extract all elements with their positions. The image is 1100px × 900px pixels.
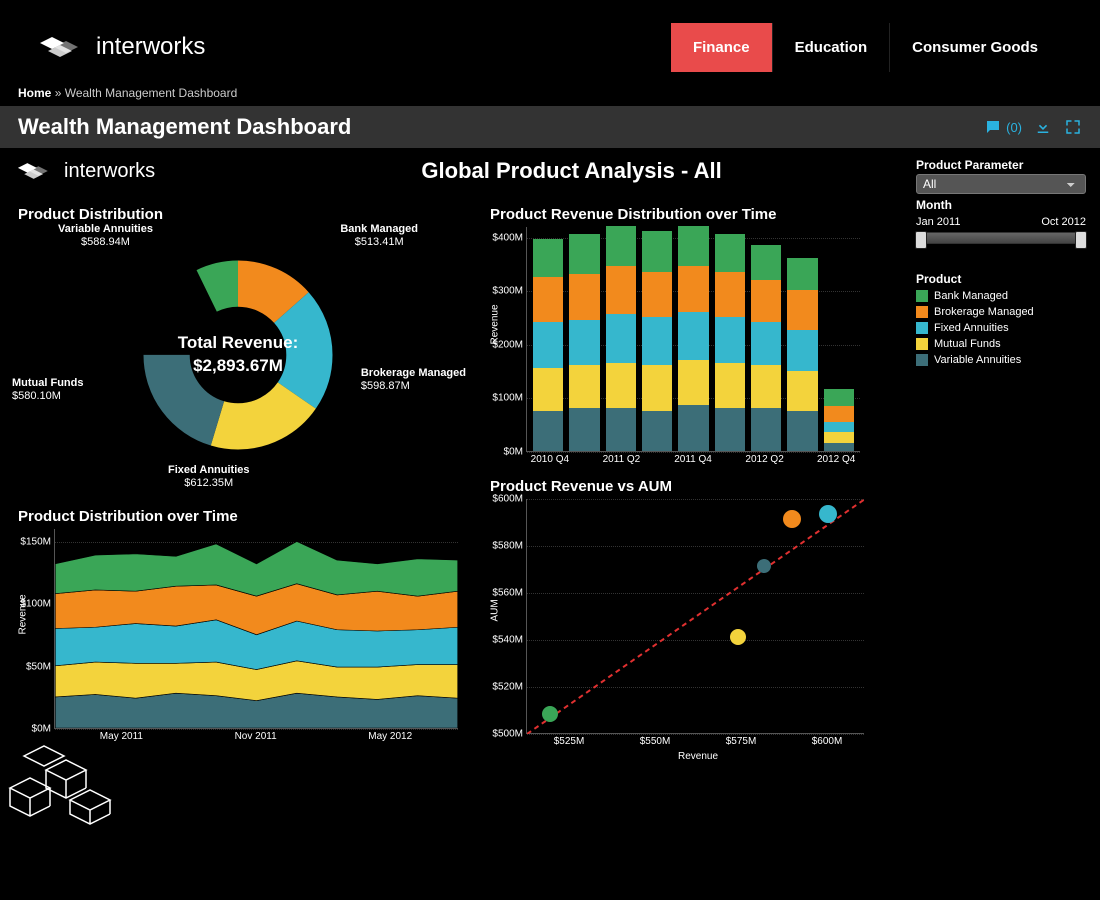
top-nav: Finance Education Consumer Goods xyxy=(671,23,1060,72)
download-icon xyxy=(1034,118,1052,136)
nav-finance[interactable]: Finance xyxy=(671,23,773,72)
bar-2012Q2[interactable] xyxy=(751,245,781,451)
legend-bank[interactable]: Bank Managed xyxy=(916,290,1086,302)
month-end: Oct 2012 xyxy=(1041,216,1086,228)
area-title: Product Distribution over Time xyxy=(18,508,458,525)
brand-name: interworks xyxy=(96,33,205,61)
scatter-point[interactable] xyxy=(730,629,746,645)
bar-panel: Product Revenue Distribution over Time R… xyxy=(490,206,860,465)
decorative-cubes-icon xyxy=(0,718,150,828)
comment-icon xyxy=(984,118,1002,136)
swatch-icon xyxy=(916,290,928,302)
bar-chart[interactable]: Revenue $0M$100M$200M$300M$400M xyxy=(526,227,860,452)
breadcrumb-home[interactable]: Home xyxy=(18,86,51,100)
legend-title: Product xyxy=(916,272,1086,286)
nav-consumer-goods[interactable]: Consumer Goods xyxy=(890,23,1060,72)
legend-brokerage[interactable]: Brokerage Managed xyxy=(916,306,1086,318)
breadcrumb: Home » Wealth Management Dashboard xyxy=(0,80,1100,106)
bar-2011Q2[interactable] xyxy=(606,226,636,451)
page-title: Wealth Management Dashboard xyxy=(18,114,351,140)
donut-panel: Product Distribution Total Revenue: $2,8… xyxy=(18,206,458,482)
scatter-point[interactable] xyxy=(542,706,558,722)
logo-icon xyxy=(16,160,56,182)
product-parameter-select[interactable]: All xyxy=(916,174,1086,194)
scatter-point[interactable] xyxy=(819,505,837,523)
label-brokerage: Brokerage Managed$598.87M xyxy=(361,367,466,393)
dash-brand-name: interworks xyxy=(64,160,155,183)
scatter-point[interactable] xyxy=(757,559,771,573)
donut-center: Total Revenue: $2,893.67M xyxy=(178,332,299,376)
logo-icon xyxy=(40,33,86,61)
expand-icon xyxy=(1064,118,1082,136)
scatter-panel: Product Revenue vs AUM AUM $500M$520M$54… xyxy=(490,478,870,762)
label-mutual: Mutual Funds$580.10M xyxy=(12,377,84,403)
month-start: Jan 2011 xyxy=(916,216,960,228)
topbar: interworks Finance Education Consumer Go… xyxy=(0,0,1100,80)
scatter-xlabels: $525M$550M$575M$600M xyxy=(526,734,870,747)
legend-variable[interactable]: Variable Annuities xyxy=(916,354,1086,366)
bar-2011Q3[interactable] xyxy=(642,231,672,451)
legend-fixed[interactable]: Fixed Annuities xyxy=(916,322,1086,334)
breadcrumb-sep: » xyxy=(55,86,62,100)
nav-education[interactable]: Education xyxy=(773,23,891,72)
month-range-slider[interactable] xyxy=(916,232,1086,244)
product-legend: Product Bank Managed Brokerage Managed F… xyxy=(916,272,1086,366)
bar-2012Q4[interactable] xyxy=(824,389,854,451)
brand-logo: interworks xyxy=(40,33,205,61)
comments-button[interactable]: (0) xyxy=(984,118,1022,136)
breadcrumb-current: Wealth Management Dashboard xyxy=(65,86,238,100)
bar-xlabels: 2010 Q42011 Q22011 Q42012 Q22012 Q4 xyxy=(526,452,860,465)
legend-mutual[interactable]: Mutual Funds xyxy=(916,338,1086,350)
month-label: Month xyxy=(916,198,1086,212)
bar-2010Q4[interactable] xyxy=(533,239,563,451)
bar-2011Q1[interactable] xyxy=(569,234,599,451)
controls-panel: Product Parameter All Month Jan 2011 Oct… xyxy=(916,154,1086,370)
area-panel: Product Distribution over Time Revenue $… xyxy=(18,508,458,742)
scatter-xlabel: Revenue xyxy=(526,747,870,762)
bar-title: Product Revenue Distribution over Time xyxy=(490,206,860,223)
comments-count: (0) xyxy=(1006,120,1022,135)
bar-2012Q3[interactable] xyxy=(787,258,817,451)
swatch-icon xyxy=(916,354,928,366)
label-bank: Bank Managed$513.41M xyxy=(340,223,418,249)
swatch-icon xyxy=(916,306,928,318)
swatch-icon xyxy=(916,322,928,334)
dash-brand: interworks xyxy=(12,160,155,183)
scatter-chart[interactable]: AUM $500M$520M$540M$560M$580M$600M xyxy=(526,499,864,734)
scatter-point[interactable] xyxy=(783,510,801,528)
fullscreen-button[interactable] xyxy=(1064,118,1082,136)
bar-2011Q4[interactable] xyxy=(678,226,708,451)
donut-title: Product Distribution xyxy=(18,206,458,223)
param-label: Product Parameter xyxy=(916,158,1086,172)
download-button[interactable] xyxy=(1034,118,1052,136)
dashboard: interworks Global Product Analysis - All… xyxy=(0,148,1100,828)
scatter-ylabel: AUM xyxy=(490,599,501,621)
donut-chart[interactable]: Total Revenue: $2,893.67M Variable Annui… xyxy=(18,227,458,482)
label-fixed: Fixed Annuities$612.35M xyxy=(168,464,250,490)
page-header: Wealth Management Dashboard (0) xyxy=(0,106,1100,148)
swatch-icon xyxy=(916,338,928,350)
scatter-title: Product Revenue vs AUM xyxy=(490,478,870,495)
area-chart[interactable]: Revenue $0M$50M$100M$150M xyxy=(54,529,458,729)
label-variable: Variable Annuities$588.94M xyxy=(58,223,153,249)
bar-2012Q1[interactable] xyxy=(715,234,745,451)
header-actions: (0) xyxy=(984,118,1082,136)
